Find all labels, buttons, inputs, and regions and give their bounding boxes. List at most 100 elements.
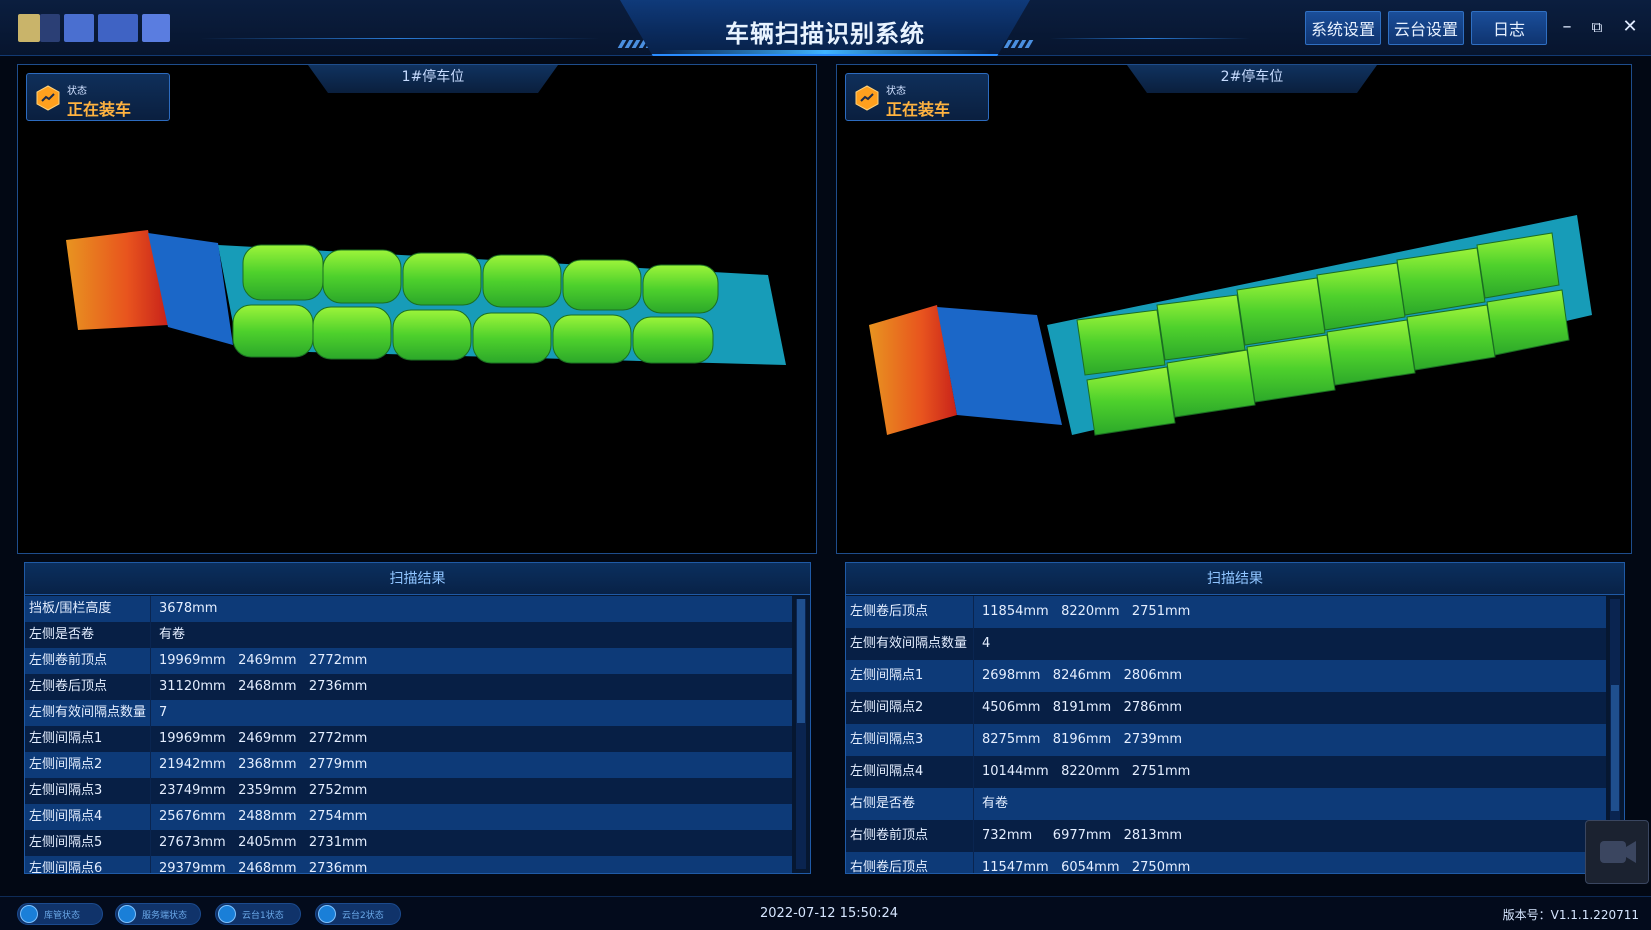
- row-key: 左侧间隔点4: [25, 804, 151, 830]
- server-status-indicator[interactable]: 服务端状态: [115, 903, 201, 925]
- row-value: 10144mm 8220mm 2751mm: [982, 764, 1191, 779]
- row-key: 左侧间隔点1: [846, 660, 974, 692]
- ptz2-status-indicator[interactable]: 云台2状态: [315, 903, 401, 925]
- app-logo: [18, 14, 178, 42]
- row-key: 左侧间隔点1: [25, 726, 151, 752]
- parking-1-scan-results: 扫描结果 挡板/围栏高度 3678mm 左侧是否卷 有卷 左侧卷前顶点 19969mm 2…: [24, 562, 811, 874]
- row-value: 11547mm 6054mm 2750mm: [982, 860, 1191, 873]
- table-row[interactable]: 左侧卷前顶点 19969mm 2469mm 2772mm: [25, 648, 792, 674]
- parking-2-viewer[interactable]: 2#停车位 状态 正在装车: [836, 64, 1632, 554]
- table-row[interactable]: 左侧间隔点1 2698mm 8246mm 2806mm: [846, 660, 1606, 692]
- row-key: 左侧卷后顶点: [846, 596, 974, 628]
- row-value: 有卷: [159, 627, 186, 642]
- row-key: 左侧是否卷: [25, 622, 151, 648]
- table-row[interactable]: 左侧间隔点4 25676mm 2488mm 2754mm: [25, 804, 792, 830]
- row-value: 4506mm 8191mm 2786mm: [982, 700, 1183, 715]
- minimize-button[interactable]: –: [1555, 14, 1579, 40]
- title-deco-line-right: [1050, 38, 1250, 39]
- row-key: 右侧卷后顶点: [846, 852, 974, 873]
- table-row[interactable]: 左侧间隔点2 21942mm 2368mm 2779mm: [25, 752, 792, 778]
- status-pill-label: 库管状态: [44, 911, 81, 921]
- row-key: 左侧间隔点2: [25, 752, 151, 778]
- location-pin-icon: [218, 905, 236, 923]
- table-row[interactable]: 左侧间隔点2 4506mm 8191mm 2786mm: [846, 692, 1606, 724]
- row-value: 8275mm 8196mm 2739mm: [982, 732, 1183, 747]
- location-pin-icon: [318, 905, 336, 923]
- row-value: 19969mm 2469mm 2772mm: [159, 653, 368, 668]
- row-key: 左侧间隔点6: [25, 856, 151, 873]
- row-key: 左侧卷后顶点: [25, 674, 151, 700]
- row-value: 21942mm 2368mm 2779mm: [159, 757, 368, 772]
- row-value: 4: [982, 636, 991, 651]
- table-row[interactable]: 左侧间隔点4 10144mm 8220mm 2751mm: [846, 756, 1606, 788]
- location-pin-icon: [118, 905, 136, 923]
- parking-2-results-table[interactable]: 左侧卷后顶点 11854mm 8220mm 2751mm 左侧有效间隔点数量 4 左侧间…: [846, 596, 1606, 873]
- row-value: 29379mm 2468mm 2736mm: [159, 861, 368, 873]
- table-row[interactable]: 右侧卷前顶点 732mm 6977mm 2813mm: [846, 820, 1606, 852]
- floating-camera-widget[interactable]: [1585, 820, 1649, 884]
- table-row[interactable]: 左侧间隔点5 27673mm 2405mm 2731mm: [25, 830, 792, 856]
- status-pill-label: 云台2状态: [342, 911, 384, 921]
- table-row[interactable]: 左侧间隔点1 19969mm 2469mm 2772mm: [25, 726, 792, 752]
- system-settings-button[interactable]: 系统设置: [1305, 11, 1381, 45]
- row-key: 左侧卷前顶点: [25, 648, 151, 674]
- row-value: 31120mm 2468mm 2736mm: [159, 679, 368, 694]
- row-value: 2698mm 8246mm 2806mm: [982, 668, 1183, 683]
- parking-2-results-title: 扫描结果: [846, 563, 1624, 595]
- row-key: 挡板/围栏高度: [25, 596, 151, 622]
- row-value: 27673mm 2405mm 2731mm: [159, 835, 368, 850]
- status-pill-label: 云台1状态: [242, 911, 284, 921]
- table-row[interactable]: 右侧卷后顶点 11547mm 6054mm 2750mm: [846, 852, 1606, 873]
- row-value: 7: [159, 705, 168, 720]
- parking-1-viewer[interactable]: 1#停车位 状态 正在装车: [17, 64, 817, 554]
- row-value: 有卷: [982, 796, 1009, 811]
- location-pin-icon: [20, 905, 38, 923]
- app-title: 车辆扫描识别系统: [725, 20, 925, 48]
- table-row[interactable]: 左侧间隔点3 23749mm 2359mm 2752mm: [25, 778, 792, 804]
- point-cloud-truck-2: [869, 215, 1592, 436]
- scrollbar-thumb[interactable]: [1611, 685, 1619, 811]
- restore-button[interactable]: ⧉: [1585, 14, 1609, 40]
- row-key: 左侧间隔点4: [846, 756, 974, 788]
- row-value: 19969mm 2469mm 2772mm: [159, 731, 368, 746]
- title-bar: 车辆扫描识别系统 系统设置 云台设置 日志 – ⧉ ✕: [0, 0, 1651, 56]
- row-key: 左侧间隔点3: [25, 778, 151, 804]
- table-row[interactable]: 挡板/围栏高度 3678mm: [25, 596, 792, 622]
- row-value: 11854mm 8220mm 2751mm: [982, 604, 1191, 619]
- table-row[interactable]: 左侧卷后顶点 11854mm 8220mm 2751mm: [846, 596, 1606, 628]
- table-row[interactable]: 左侧卷后顶点 31120mm 2468mm 2736mm: [25, 674, 792, 700]
- table-row[interactable]: 左侧有效间隔点数量 4: [846, 628, 1606, 660]
- parking-1-results-table[interactable]: 挡板/围栏高度 3678mm 左侧是否卷 有卷 左侧卷前顶点 19969mm 2469mm…: [25, 596, 792, 873]
- title-glow: [660, 50, 990, 54]
- ptz-settings-button[interactable]: 云台设置: [1388, 11, 1464, 45]
- status-pill-label: 服务端状态: [142, 911, 188, 921]
- row-value: 3678mm: [159, 601, 218, 616]
- close-button[interactable]: ✕: [1618, 14, 1642, 40]
- scrollbar-thumb[interactable]: [797, 599, 805, 723]
- table-row[interactable]: 左侧间隔点6 29379mm 2468mm 2736mm: [25, 856, 792, 873]
- ptz1-status-indicator[interactable]: 云台1状态: [215, 903, 301, 925]
- parking-1-results-title: 扫描结果: [25, 563, 810, 595]
- parking-2-scan-results: 扫描结果 左侧卷后顶点 11854mm 8220mm 2751mm 左侧有效间隔点数…: [845, 562, 1625, 874]
- table-row[interactable]: 左侧是否卷 有卷: [25, 622, 792, 648]
- camera-icon: [1600, 841, 1636, 863]
- table-row[interactable]: 左侧间隔点3 8275mm 8196mm 2739mm: [846, 724, 1606, 756]
- status-bar: 库管状态 服务端状态 云台1状态 云台2状态 2022-07-12 15:50:…: [0, 896, 1651, 930]
- version-number: 版本号：V1.1.1.220711: [1502, 908, 1639, 922]
- row-key: 左侧有效间隔点数量: [846, 628, 974, 660]
- row-key: 右侧卷前顶点: [846, 820, 974, 852]
- log-button[interactable]: 日志: [1471, 11, 1547, 45]
- row-key: 左侧间隔点5: [25, 830, 151, 856]
- row-value: 23749mm 2359mm 2752mm: [159, 783, 368, 798]
- row-key: 右侧是否卷: [846, 788, 974, 820]
- table-row[interactable]: 右侧是否卷 有卷: [846, 788, 1606, 820]
- table-row[interactable]: 左侧有效间隔点数量 7: [25, 700, 792, 726]
- parking-1-results-scrollbar[interactable]: [796, 599, 806, 869]
- row-value: 732mm 6977mm 2813mm: [982, 828, 1183, 843]
- row-key: 左侧间隔点3: [846, 724, 974, 756]
- current-datetime: 2022-07-12 15:50:24: [760, 906, 899, 921]
- row-value: 25676mm 2488mm 2754mm: [159, 809, 368, 824]
- title-deco-line-left: [200, 38, 600, 39]
- warehouse-status-indicator[interactable]: 库管状态: [17, 903, 103, 925]
- row-key: 左侧有效间隔点数量: [25, 700, 151, 726]
